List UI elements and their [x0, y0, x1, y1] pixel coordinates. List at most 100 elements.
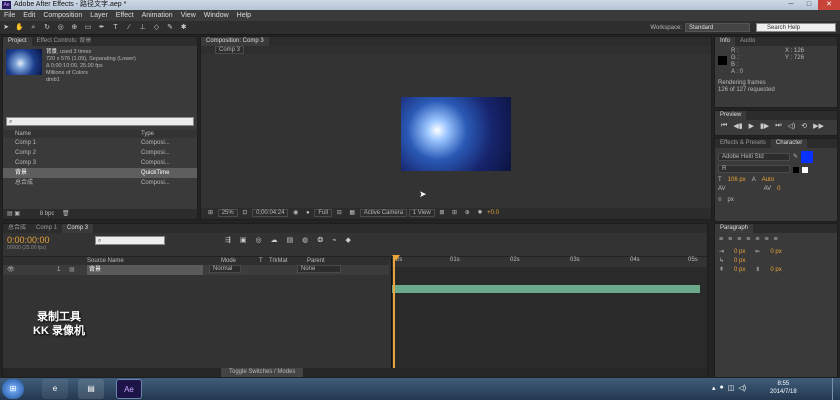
tab-audio[interactable]: Audio: [735, 37, 760, 46]
menu-animation[interactable]: Animation: [142, 10, 173, 21]
zoom-tool-icon[interactable]: ⌕: [28, 23, 38, 33]
fill-color-swatch[interactable]: [801, 151, 814, 163]
keyframe-icon[interactable]: ◆: [345, 236, 350, 244]
tab-comp-3[interactable]: Comp 3: [62, 224, 94, 233]
tab-character[interactable]: Character: [770, 139, 808, 148]
track-area[interactable]: 0s 01s 02s 03s 04s 05s: [391, 255, 707, 377]
menu-window[interactable]: Window: [204, 10, 229, 21]
exposure-icon[interactable]: ✹: [477, 208, 482, 218]
menu-composition[interactable]: Composition: [43, 10, 82, 21]
space-before-value[interactable]: 0 px: [734, 266, 745, 275]
clone-tool-icon[interactable]: ⊥: [138, 23, 148, 33]
toggle-switches-modes-button[interactable]: Toggle Switches / Modes: [221, 368, 304, 377]
project-row[interactable]: Comp 2 Composi...: [3, 148, 197, 158]
first-frame-icon[interactable]: ⏮: [721, 122, 727, 130]
workspace-dropdown[interactable]: Standard: [685, 23, 750, 32]
layer-duration-bar[interactable]: [392, 285, 700, 293]
stroke-unit[interactable]: px: [728, 196, 734, 205]
text-tool-icon[interactable]: T: [110, 23, 120, 33]
align-center-icon[interactable]: ≡: [728, 236, 732, 243]
tray-arrow-icon[interactable]: ▴: [712, 384, 716, 392]
transparency-grid-icon[interactable]: ▦: [349, 208, 355, 218]
current-time-indicator[interactable]: [393, 257, 395, 377]
align-right-icon[interactable]: ≡: [737, 236, 741, 243]
shy-icon[interactable]: ☁: [271, 236, 278, 244]
eye-icon[interactable]: 👁: [3, 265, 57, 275]
tab-preview[interactable]: Preview: [715, 111, 747, 120]
mute-icon[interactable]: ◁): [788, 122, 796, 130]
close-button[interactable]: ✕: [818, 0, 840, 10]
project-row[interactable]: Comp 3 Composi...: [3, 158, 197, 168]
trash-icon[interactable]: 🗑: [62, 211, 70, 217]
project-row[interactable]: 总合成 Composi...: [3, 178, 197, 188]
column-name[interactable]: Name: [15, 130, 141, 138]
playhead-icon[interactable]: [392, 255, 400, 261]
resolution-dropdown[interactable]: Full: [314, 209, 333, 217]
menu-edit[interactable]: Edit: [23, 10, 35, 21]
menu-help[interactable]: Help: [237, 10, 251, 21]
tab-effect-controls[interactable]: Effect Controls: 背景: [32, 37, 97, 46]
indent-right-value[interactable]: 0 px: [770, 248, 781, 257]
zoom-dropdown[interactable]: 25%: [217, 209, 238, 217]
font-dropdown[interactable]: Adobe Heiti Std: [718, 153, 790, 161]
column-source-name[interactable]: Source Name: [87, 257, 221, 265]
play-icon[interactable]: ▶: [749, 122, 754, 130]
column-trkmat[interactable]: TrkMat: [269, 257, 307, 265]
color-channel-icon[interactable]: ●: [306, 208, 310, 218]
indent-first-value[interactable]: 0 px: [734, 257, 745, 266]
menu-view[interactable]: View: [181, 10, 196, 21]
comp-mini-flowchart-icon[interactable]: ⇶: [225, 236, 231, 244]
view-layout-dropdown[interactable]: 1 View: [408, 209, 435, 217]
roto-tool-icon[interactable]: ✎: [165, 23, 175, 33]
project-row[interactable]: 背景 QuickTime: [3, 168, 197, 178]
tray-sound-icon[interactable]: ◁): [738, 384, 746, 392]
white-swatch[interactable]: [802, 167, 808, 173]
font-size-value[interactable]: 106 px: [728, 176, 746, 185]
camera-tool-icon[interactable]: ◎: [56, 23, 66, 33]
maximize-button[interactable]: □: [800, 0, 818, 10]
roi-icon[interactable]: ⊟: [337, 208, 342, 218]
rectangle-tool-icon[interactable]: ▭: [83, 23, 93, 33]
pan-behind-tool-icon[interactable]: ⊕: [69, 23, 79, 33]
last-frame-icon[interactable]: ⏭: [775, 122, 781, 130]
ie-taskbar-icon[interactable]: e: [42, 379, 68, 399]
camera-dropdown[interactable]: Active Camera: [359, 209, 408, 217]
project-search-input[interactable]: ⌕: [6, 117, 194, 126]
project-row[interactable]: Comp 1 Composi...: [3, 138, 197, 148]
eraser-tool-icon[interactable]: ◇: [151, 23, 161, 33]
comp-subtab[interactable]: Comp 3: [215, 46, 245, 54]
column-mode[interactable]: Mode: [221, 257, 259, 265]
indent-left-value[interactable]: 0 px: [734, 248, 745, 257]
comp-timecode[interactable]: 0;00:04:24: [252, 209, 289, 217]
loop-icon[interactable]: ⟲: [801, 122, 807, 130]
tracking-value[interactable]: 0: [777, 185, 780, 194]
layer-parent-dropdown[interactable]: None: [297, 265, 341, 273]
brainstorm-icon[interactable]: ❂: [317, 236, 323, 244]
pen-tool-icon[interactable]: ✒: [97, 23, 107, 33]
menu-effect[interactable]: Effect: [116, 10, 134, 21]
menu-layer[interactable]: Layer: [90, 10, 108, 21]
magnify-icon[interactable]: ⊞: [208, 208, 213, 218]
rotate-tool-icon[interactable]: ↻: [42, 23, 52, 33]
font-style-dropdown[interactable]: R: [718, 165, 790, 173]
tab-master-comp[interactable]: 总合成: [3, 224, 31, 233]
next-frame-icon[interactable]: ▮▶: [760, 122, 769, 130]
tab-composition[interactable]: Composition: Comp 3: [201, 37, 269, 46]
align-left-icon[interactable]: ≡: [719, 236, 723, 243]
tab-project[interactable]: Project: [3, 37, 32, 46]
ae-taskbar-button[interactable]: Ae: [116, 379, 142, 399]
fast-previews-icon[interactable]: ⊞: [452, 208, 457, 218]
justify-right-icon[interactable]: ≡: [764, 236, 768, 243]
tray-clock[interactable]: 8:55 2014/7/18: [770, 380, 797, 396]
tab-effects-presets[interactable]: Effects & Presets: [715, 139, 771, 148]
snapshot-icon[interactable]: ◉: [293, 208, 298, 218]
tray-network-icon[interactable]: ◫: [728, 384, 735, 392]
justify-all-icon[interactable]: ≡: [774, 236, 778, 243]
brush-tool-icon[interactable]: ∕: [124, 23, 134, 33]
graph-editor-icon[interactable]: ⌁: [332, 236, 336, 244]
new-comp-icon[interactable]: ▣: [14, 211, 20, 217]
safe-zones-icon[interactable]: ⊡: [242, 208, 247, 218]
timeline-search-input[interactable]: ⌕: [95, 236, 165, 245]
tab-paragraph[interactable]: Paragraph: [715, 224, 754, 233]
live-update-icon[interactable]: ▣: [240, 236, 247, 244]
